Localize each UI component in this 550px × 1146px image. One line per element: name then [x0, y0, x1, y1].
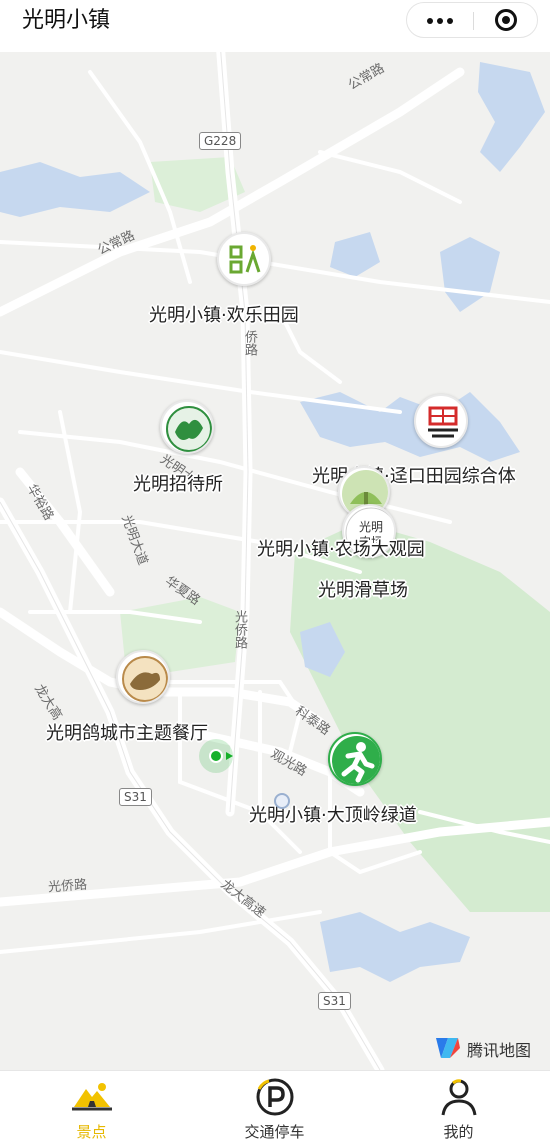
- poi-icon-happy-farm[interactable]: [217, 232, 271, 286]
- tab-bar: 景点 交通停车 我的: [0, 1070, 550, 1146]
- poi-icon-pigeon-restaurant[interactable]: [116, 650, 170, 704]
- shield-s31-left: S31: [119, 788, 152, 806]
- tab-mine-label: 我的: [443, 1123, 474, 1141]
- map-view[interactable]: 公常路 公常路 侨路 华裕路 光明大道 华夏路 光侨路 光明大街 龙大高 科泰路…: [0, 52, 550, 1070]
- tab-scenic[interactable]: 景点: [0, 1071, 183, 1146]
- attribution-text: 腾讯地图: [467, 1041, 532, 1060]
- poi-label-guest-house[interactable]: 光明招待所: [133, 470, 223, 496]
- mini-program-capsule: [406, 2, 538, 38]
- heading-arrow-icon: [226, 752, 233, 760]
- tencent-map-logo-icon: [436, 1038, 460, 1058]
- poi-icon-dikou-farm[interactable]: [414, 394, 468, 448]
- tab-parking-label: 交通停车: [244, 1123, 305, 1141]
- map-base: [0, 52, 550, 1070]
- poi-icon-guest-house[interactable]: [160, 400, 214, 454]
- parking-icon: [256, 1078, 294, 1116]
- road-label-guangqiao-bottom: 光侨路: [47, 877, 88, 896]
- shield-s31-bottom: S31: [318, 992, 351, 1010]
- poi-label-grass-ski[interactable]: 光明滑草场: [318, 576, 408, 602]
- close-circle-icon[interactable]: [474, 3, 538, 37]
- road-label-guangqiao-mid: 光侨路: [232, 610, 247, 649]
- poi-icon-dading-greenway[interactable]: [328, 732, 382, 786]
- page-title: 光明小镇: [22, 8, 111, 33]
- shield-g228: G228: [199, 132, 242, 150]
- current-location-dot[interactable]: [209, 749, 223, 763]
- poi-label-happy-farm[interactable]: 光明小镇·欢乐田园: [149, 301, 299, 327]
- poi-label-pigeon-restaurant[interactable]: 光明鸽城市主题餐厅: [46, 719, 208, 745]
- tab-scenic-label: 景点: [76, 1123, 107, 1141]
- road-label-qiao-north: 侨路: [242, 330, 257, 356]
- user-icon: [441, 1079, 477, 1116]
- tab-parking[interactable]: 交通停车: [183, 1071, 366, 1146]
- map-pin-icon: [274, 793, 290, 809]
- tab-mine[interactable]: 我的: [367, 1071, 550, 1146]
- svg-text:光明: 光明: [359, 520, 383, 534]
- poi-label-farm-garden[interactable]: 光明小镇·农场大观园: [257, 535, 425, 561]
- scenic-spot-icon: [72, 1083, 112, 1111]
- more-dots-icon[interactable]: [407, 3, 473, 37]
- nav-bar: 光明小镇: [0, 0, 550, 52]
